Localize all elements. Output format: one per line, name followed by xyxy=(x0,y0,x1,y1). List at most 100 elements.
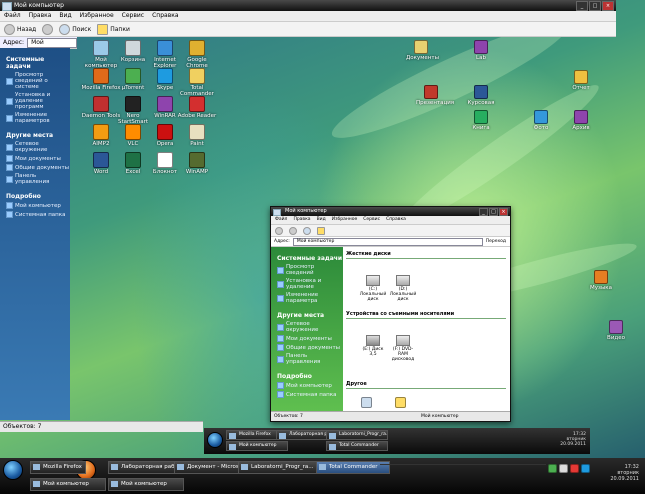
front-window-title: Мой компьютер xyxy=(285,208,327,214)
skype-tray-icon[interactable] xyxy=(581,464,590,473)
drive-f[interactable]: (F:) DVD-RAM дисковод xyxy=(389,335,417,362)
task-icon xyxy=(6,202,13,209)
menu-item[interactable]: Правка xyxy=(29,11,52,21)
drive-c[interactable]: (C:) Локальный диск xyxy=(359,275,387,302)
task-computer-2[interactable]: Мой компьютер xyxy=(108,478,184,491)
inner-taskbar: Mozilla Firefox Лабораторная работа Labo… xyxy=(204,428,590,454)
section-other: Другое xyxy=(346,381,367,387)
sidebar-item[interactable]: Установка и удаление программ xyxy=(6,92,70,110)
clock[interactable]: 17:32 вторник 20.09.2011 xyxy=(610,464,639,482)
close-button[interactable]: × xyxy=(499,208,508,216)
sidebar-header[interactable]: Подробно xyxy=(277,373,343,380)
back-statusbar: Объектов: 7 xyxy=(0,421,203,432)
folder-icon[interactable] xyxy=(395,397,406,408)
sidebar-item[interactable]: Установка и удаление xyxy=(277,278,343,290)
sidebar-item[interactable]: Мои документы xyxy=(6,155,70,162)
sidebar-item[interactable]: Изменение параметров xyxy=(6,112,70,124)
sidebar-item[interactable]: Системная папка xyxy=(6,211,70,218)
close-button[interactable]: × xyxy=(602,1,614,11)
task-firefox[interactable]: Mozilla Firefox xyxy=(30,461,86,474)
sidebar-item[interactable]: Сетевое окружение xyxy=(6,141,70,153)
front-address-field[interactable]: Мой компьютер xyxy=(292,237,483,246)
sidebar-item[interactable]: Мои документы xyxy=(277,335,343,342)
task-icon xyxy=(277,391,284,398)
menu-item[interactable]: Вид xyxy=(59,11,71,21)
sidebar-item[interactable]: Панель управления xyxy=(6,173,70,185)
desktop: Мой компьютер Корзина Internet Explorer Goo… xyxy=(0,0,645,494)
back-address-field[interactable]: Мой компьютер xyxy=(27,37,77,54)
start-orb[interactable] xyxy=(3,460,23,480)
menu-item[interactable]: Справка xyxy=(386,216,406,224)
menu-item[interactable]: Сервис xyxy=(122,11,144,21)
folder-icon[interactable] xyxy=(317,226,325,235)
control-panel-icon[interactable] xyxy=(361,397,372,408)
menu-item[interactable]: Вид xyxy=(317,216,326,224)
back-window-titlebar[interactable]: Мой компьютер _ □ × xyxy=(0,0,616,11)
back-arrow-icon[interactable] xyxy=(275,226,283,235)
menu-item[interactable]: Сервис xyxy=(363,216,380,224)
menu-item[interactable]: Файл xyxy=(4,11,21,21)
sidebar-item[interactable]: Мой компьютер xyxy=(6,202,70,209)
menu-item[interactable]: Правка xyxy=(293,216,310,224)
minimize-button[interactable]: _ xyxy=(576,1,588,11)
menu-item[interactable]: Справка xyxy=(152,11,178,21)
menu-item[interactable]: Избранное xyxy=(332,216,358,224)
back-button[interactable]: Назад xyxy=(4,23,36,35)
sidebar-item-label: Сетевое окружение xyxy=(15,141,48,153)
task-lab-file[interactable]: Laboratorni_Progr_ra... xyxy=(238,461,324,474)
sidebar-item[interactable]: Просмотр сведений xyxy=(277,264,343,276)
inner-start-orb[interactable] xyxy=(207,432,223,448)
task-computer[interactable]: Мой компьютер xyxy=(30,478,106,491)
sidebar-item[interactable]: Системная папка xyxy=(277,391,343,398)
sidebar-item[interactable]: Просмотр сведений о системе xyxy=(6,72,70,90)
network-icon[interactable] xyxy=(548,464,557,473)
sidebar-item-label: Установка и удаление xyxy=(286,278,322,290)
search-icon[interactable] xyxy=(303,226,311,235)
front-window-titlebar[interactable]: Мой компьютер _ □ × xyxy=(271,207,510,216)
inner-task[interactable]: Total Commander xyxy=(326,441,388,451)
task-lab[interactable]: Лабораторная работа xyxy=(108,461,184,474)
minimize-button[interactable]: _ xyxy=(479,208,488,216)
drive-e[interactable]: (E:) Диск 3,5 xyxy=(359,335,387,357)
forward-arrow-icon[interactable] xyxy=(289,226,297,235)
maximize-button[interactable]: □ xyxy=(589,1,601,11)
sidebar-header[interactable]: Системные задачи xyxy=(277,255,343,262)
sidebar-header[interactable]: Другие места xyxy=(6,132,70,139)
clock-date: 20.09.2011 xyxy=(610,476,639,482)
task-document[interactable]: Документ - Microsoft xyxy=(174,461,248,474)
sidebar-item[interactable]: Общие документы xyxy=(277,344,343,351)
task-icon xyxy=(277,294,284,302)
sidebar-item[interactable]: Изменение параметра xyxy=(277,292,343,304)
inner-clock[interactable]: 17:32 вторник 20.09.2011 xyxy=(560,432,586,447)
drive-d[interactable]: (D:) Локальный диск xyxy=(389,275,417,302)
maximize-button[interactable]: □ xyxy=(489,208,498,216)
task-icon xyxy=(277,323,284,331)
menu-item[interactable]: Файл xyxy=(275,216,287,224)
task-icon xyxy=(6,211,13,218)
task-total-commander[interactable]: Total Commander xyxy=(316,461,390,474)
task-icon xyxy=(6,155,13,162)
sidebar-item-label: Системная папка xyxy=(15,211,66,218)
search-button[interactable]: Поиск xyxy=(59,23,91,35)
sidebar-item[interactable]: Сетевое окружение xyxy=(277,321,343,333)
folders-button[interactable]: Папки xyxy=(97,23,130,35)
sidebar-header[interactable]: Системные задачи xyxy=(6,56,70,70)
sidebar-header[interactable]: Подробно xyxy=(6,193,70,200)
back-window-title: Мой компьютер xyxy=(14,2,64,9)
antivirus-icon[interactable] xyxy=(570,464,579,473)
taskbar: Mozilla Firefox Лабораторная работа Доку… xyxy=(0,458,645,494)
sidebar-item[interactable]: Панель управления xyxy=(277,353,343,365)
tray-icons xyxy=(548,464,590,473)
inner-task[interactable]: Мой компьютер xyxy=(226,441,288,451)
sidebar-item[interactable]: Мой компьютер xyxy=(277,382,343,389)
forward-button[interactable] xyxy=(42,23,54,35)
volume-icon[interactable] xyxy=(559,464,568,473)
sidebar-item-label: Мои документы xyxy=(286,335,332,342)
inner-task[interactable]: Laboratorni_Progr_ra... xyxy=(326,430,388,440)
computer-icon xyxy=(273,209,281,216)
sidebar-item[interactable]: Общие документы xyxy=(6,164,70,171)
go-button[interactable]: Переход xyxy=(486,239,510,244)
task-icon xyxy=(6,114,13,122)
menu-item[interactable]: Избранное xyxy=(80,11,114,21)
sidebar-header[interactable]: Другие места xyxy=(277,312,343,319)
